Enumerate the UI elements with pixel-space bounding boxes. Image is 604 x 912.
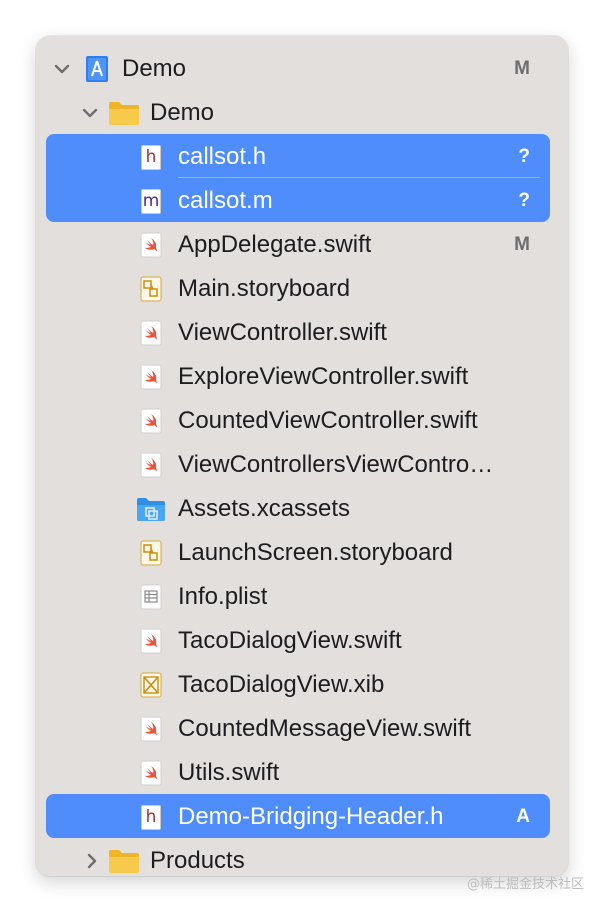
file-name: Info.plist bbox=[178, 583, 268, 610]
h-header-icon: h bbox=[138, 143, 164, 171]
file-row[interactable]: ViewControllersViewContro… bbox=[36, 443, 568, 487]
group-name: Demo bbox=[150, 99, 215, 126]
products-group-row[interactable]: Products bbox=[36, 839, 568, 876]
folder-icon bbox=[108, 847, 140, 875]
swift-file-icon bbox=[138, 407, 164, 435]
status-badge: A bbox=[516, 806, 530, 827]
file-name: ViewController.swift bbox=[178, 319, 387, 346]
folder-icon bbox=[108, 99, 140, 127]
file-name: ViewControllersViewContro… bbox=[178, 451, 494, 478]
file-row[interactable]: h Demo-Bridging-Header.h A bbox=[36, 795, 568, 839]
file-row[interactable]: TacoDialogView.xib bbox=[36, 663, 568, 707]
storyboard-icon bbox=[138, 275, 164, 303]
file-name: CountedMessageView.swift bbox=[178, 715, 472, 742]
file-row[interactable]: AppDelegate.swift M bbox=[36, 223, 568, 267]
chevron-down-icon[interactable] bbox=[80, 103, 100, 123]
file-row[interactable]: CountedViewController.swift bbox=[36, 399, 568, 443]
file-row[interactable]: Utils.swift bbox=[36, 751, 568, 795]
status-badge: ? bbox=[518, 146, 530, 167]
swift-file-icon bbox=[138, 319, 164, 347]
group-row[interactable]: Demo bbox=[36, 91, 568, 135]
swift-file-icon bbox=[138, 715, 164, 743]
file-row[interactable]: h callsot.h ? bbox=[36, 135, 568, 179]
storyboard-icon bbox=[138, 539, 164, 567]
file-row[interactable]: ExploreViewController.swift bbox=[36, 355, 568, 399]
swift-file-icon bbox=[138, 451, 164, 479]
file-row[interactable]: Assets.xcassets bbox=[36, 487, 568, 531]
xcode-project-icon bbox=[84, 55, 110, 83]
group-name: Products bbox=[150, 847, 245, 874]
file-name: AppDelegate.swift bbox=[178, 231, 372, 258]
file-name: LaunchScreen.storyboard bbox=[178, 539, 453, 566]
file-row[interactable]: ViewController.swift bbox=[36, 311, 568, 355]
file-name: CountedViewController.swift bbox=[178, 407, 478, 434]
file-name: Assets.xcassets bbox=[178, 495, 351, 522]
xib-icon bbox=[138, 671, 164, 699]
file-row[interactable]: TacoDialogView.swift bbox=[36, 619, 568, 663]
chevron-down-icon[interactable] bbox=[52, 59, 72, 79]
m-source-icon: m bbox=[138, 187, 164, 215]
file-row[interactable]: CountedMessageView.swift bbox=[36, 707, 568, 751]
project-navigator: Demo M Demo h callsot.h ? m callsot.m ? … bbox=[36, 36, 568, 876]
file-name: ExploreViewController.swift bbox=[178, 363, 469, 390]
swift-file-icon bbox=[138, 627, 164, 655]
file-name: TacoDialogView.xib bbox=[178, 671, 385, 698]
file-name: Main.storyboard bbox=[178, 275, 351, 302]
plist-icon bbox=[138, 583, 164, 611]
swift-file-icon bbox=[138, 363, 164, 391]
chevron-right-icon[interactable] bbox=[82, 851, 102, 871]
watermark: @稀土掘金技术社区 bbox=[466, 877, 584, 892]
file-name: Demo-Bridging-Header.h bbox=[178, 803, 444, 830]
file-name: callsot.h bbox=[178, 143, 267, 170]
file-name: callsot.m bbox=[178, 187, 273, 214]
swift-file-icon bbox=[138, 759, 164, 787]
status-badge: M bbox=[514, 58, 530, 79]
status-badge: M bbox=[514, 234, 530, 255]
file-row[interactable]: LaunchScreen.storyboard bbox=[36, 531, 568, 575]
swift-file-icon bbox=[138, 231, 164, 259]
file-name: TacoDialogView.swift bbox=[178, 627, 402, 654]
status-badge: ? bbox=[518, 190, 530, 211]
file-row[interactable]: Main.storyboard bbox=[36, 267, 568, 311]
project-name: Demo bbox=[122, 55, 187, 82]
file-name: Utils.swift bbox=[178, 759, 280, 786]
project-row[interactable]: Demo M bbox=[36, 47, 568, 91]
file-row[interactable]: m callsot.m ? bbox=[36, 179, 568, 223]
h-header-icon: h bbox=[138, 803, 164, 831]
file-row[interactable]: Info.plist bbox=[36, 575, 568, 619]
asset-catalog-icon bbox=[136, 495, 166, 523]
